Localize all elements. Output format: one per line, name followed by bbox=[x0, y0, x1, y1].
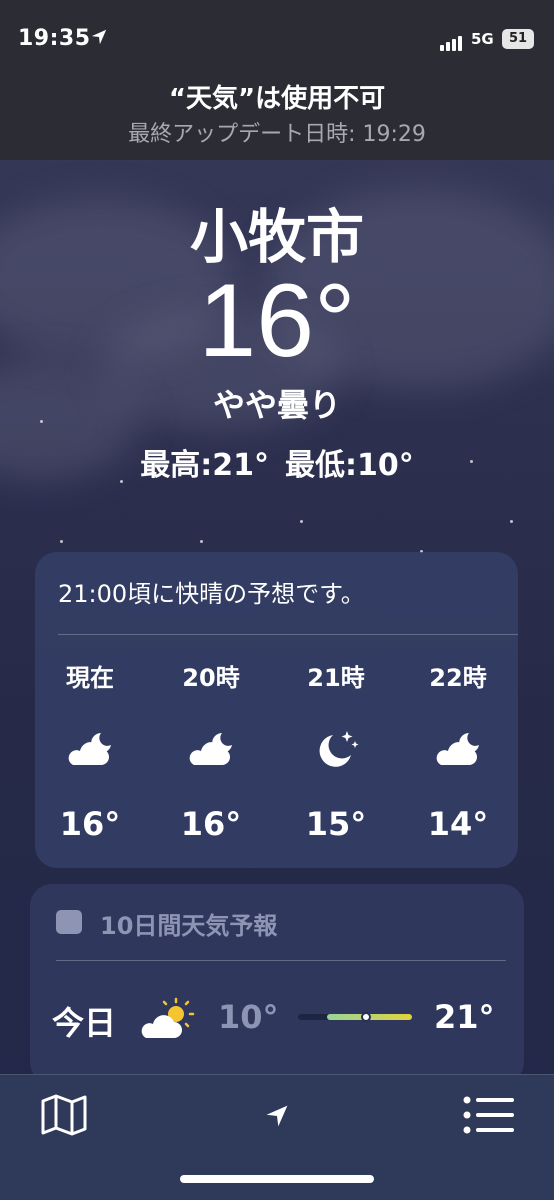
hourly-forecast-card[interactable]: 21:00頃に快晴の予想です。 現在 16° 20時 16° 21時 15° 2… bbox=[35, 552, 518, 868]
hour-item: 現在 16° bbox=[35, 658, 145, 843]
partly-sunny-icon bbox=[141, 997, 195, 1038]
signal-icon bbox=[440, 32, 464, 51]
forecast-message: 21:00頃に快晴の予想です。 bbox=[58, 580, 365, 608]
partly-cloudy-night-icon bbox=[403, 727, 513, 777]
divider bbox=[56, 960, 506, 961]
current-temp-marker bbox=[361, 1012, 372, 1022]
banner-title: “天気”は使用不可 bbox=[168, 84, 386, 114]
status-bar: 19:35 5G 51 bbox=[0, 0, 554, 80]
day-label: 今日 bbox=[52, 1004, 117, 1042]
location-services-icon bbox=[91, 29, 107, 45]
partly-cloudy-night-icon bbox=[35, 727, 145, 777]
hour-temp: 15° bbox=[305, 805, 367, 843]
home-indicator[interactable] bbox=[180, 1175, 374, 1183]
temperature-range-bar bbox=[298, 1012, 412, 1022]
day-low: 10° bbox=[218, 998, 279, 1036]
list-icon[interactable] bbox=[462, 1095, 516, 1135]
ten-day-forecast-card[interactable]: 10日間天気予報 今日 10° 21° bbox=[30, 884, 524, 1084]
hour-temp: 14° bbox=[427, 805, 489, 843]
status-time: 19:35 bbox=[18, 26, 91, 51]
banner-subtitle: 最終アップデート日時: 19:29 bbox=[128, 122, 426, 147]
current-temperature: 16° bbox=[198, 263, 356, 379]
calendar-icon bbox=[56, 910, 82, 934]
divider bbox=[58, 634, 518, 635]
hour-label: 21時 bbox=[307, 664, 365, 692]
clear-night-icon bbox=[281, 727, 391, 777]
high-temperature: 最高:21° bbox=[140, 448, 269, 483]
hour-label: 20時 bbox=[182, 664, 240, 692]
hour-item: 22時 14° bbox=[403, 658, 513, 843]
day-high: 21° bbox=[434, 998, 495, 1036]
hour-temp: 16° bbox=[180, 805, 242, 843]
location-arrow-icon[interactable] bbox=[264, 1103, 290, 1129]
current-condition: やや曇り bbox=[212, 386, 341, 424]
hour-label: 22時 bbox=[429, 664, 487, 692]
battery-icon: 51 bbox=[502, 29, 534, 49]
hour-label: 現在 bbox=[66, 664, 114, 692]
battery-level: 51 bbox=[508, 31, 528, 46]
high-low: 最高:21° 最低:10° bbox=[0, 440, 554, 484]
ten-day-title: 10日間天気予報 bbox=[100, 912, 278, 940]
unavailable-banner: 19:35 5G 51 “天気”は使用不可 最終アップデート日時: 19:29 bbox=[0, 0, 554, 160]
map-icon[interactable] bbox=[40, 1093, 88, 1137]
hour-temp: 16° bbox=[59, 805, 121, 843]
network-type: 5G bbox=[471, 30, 494, 48]
hour-item: 20時 16° bbox=[156, 658, 266, 843]
partly-cloudy-night-icon bbox=[156, 727, 266, 777]
low-temperature: 最低:10° bbox=[285, 448, 414, 483]
hour-item: 21時 15° bbox=[281, 658, 391, 843]
